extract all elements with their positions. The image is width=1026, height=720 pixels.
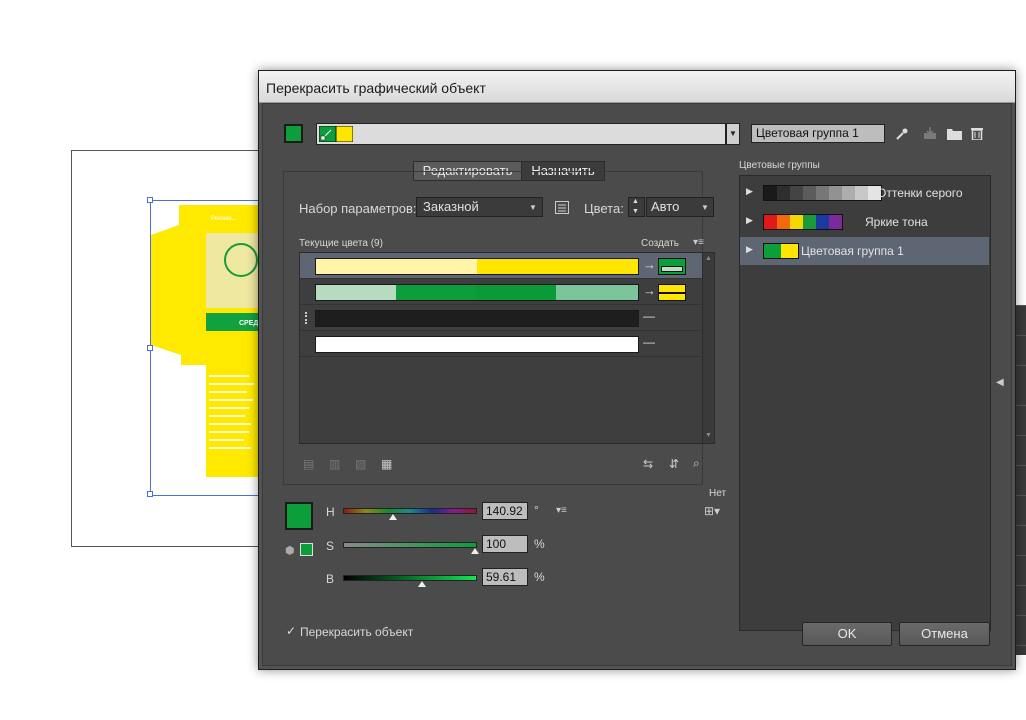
colors-count-stepper[interactable]: ▲ ▼ xyxy=(628,197,645,217)
saturation-slider-thumb[interactable] xyxy=(471,548,479,554)
web-safe-swatch[interactable] xyxy=(300,543,313,556)
color-group-name: Оттенки серого xyxy=(877,186,963,200)
brightness-slider[interactable] xyxy=(343,575,477,581)
current-color-bar[interactable] xyxy=(315,258,639,275)
color-group-dropdown-toggle[interactable]: ▼ xyxy=(726,123,740,145)
chevron-down-icon: ▼ xyxy=(701,203,709,212)
group-swatches xyxy=(763,214,843,230)
brightness-slider-thumb[interactable] xyxy=(418,581,426,587)
side-panel-edge xyxy=(1016,305,1026,655)
new-color-target[interactable] xyxy=(658,258,686,275)
chevron-down-icon: ▼ xyxy=(529,203,537,212)
arrow-right-icon: → xyxy=(643,257,656,272)
preset-options-icon[interactable] xyxy=(555,201,569,214)
separate-colors-icon[interactable]: ▥ xyxy=(329,457,340,471)
saturation-unit: % xyxy=(534,537,545,551)
randomize-order-icon[interactable]: ⇆ xyxy=(643,457,653,471)
preset-dropdown[interactable]: Заказной xyxy=(416,197,543,217)
stepper-down-icon: ▼ xyxy=(632,208,639,215)
expand-panel-arrow-icon[interactable]: ◀ xyxy=(996,377,1004,388)
color-row[interactable]: — xyxy=(300,331,702,357)
gamut-cube-icon[interactable]: ⬢ xyxy=(285,544,295,557)
arrow-right-icon: → xyxy=(643,283,656,298)
dialog-body: ▼ Цветовая группа 1 Редактировать Назнач… xyxy=(262,103,1012,666)
color-group-name: Цветовая группа 1 xyxy=(801,244,904,258)
saturation-input[interactable]: 100 xyxy=(482,535,528,553)
color-group-name: Яркие тона xyxy=(865,215,928,229)
current-color-bar[interactable] xyxy=(315,284,639,301)
color-group-dropdown[interactable] xyxy=(316,123,726,145)
recolor-artwork-dialog: Перекрасить графический объект ▼ Цветова… xyxy=(258,70,1016,670)
exclude-colors-icon[interactable]: ▨ xyxy=(355,457,366,471)
brightness-label: B xyxy=(326,572,335,586)
preset-label: Набор параметров: xyxy=(299,201,417,216)
merge-colors-icon[interactable]: ▤ xyxy=(303,457,314,471)
brightness-unit: % xyxy=(534,570,545,584)
selection-handle[interactable] xyxy=(147,491,153,497)
find-color-icon[interactable]: ⌕ xyxy=(693,456,700,471)
selection-bounding-box[interactable] xyxy=(147,197,270,497)
color-groups-label: Цветовые группы xyxy=(739,160,820,171)
ok-button[interactable]: OK xyxy=(802,622,892,646)
color-group-row-selected[interactable]: ▶ Цветовая группа 1 xyxy=(740,237,989,265)
scroll-down-icon[interactable]: ▼ xyxy=(705,432,712,439)
eyedropper-icon[interactable] xyxy=(895,127,909,141)
hsb-menu-icon[interactable]: ▾≡ xyxy=(556,505,567,516)
hue-unit: ° xyxy=(534,503,539,517)
current-colors-list: → → — — ▲ ▼ xyxy=(299,252,715,444)
stepper-up-icon: ▲ xyxy=(632,198,639,205)
current-color-preview[interactable] xyxy=(285,502,313,530)
color-groups-list: ▶ Оттенки серого ▶ Яркие тона ▶ Цветовая… xyxy=(739,175,991,631)
group-preview-icon xyxy=(319,126,353,142)
current-color-bar[interactable] xyxy=(315,310,639,327)
scroll-up-icon[interactable]: ▲ xyxy=(705,255,712,262)
brightness-input[interactable]: 59.61 xyxy=(482,568,528,586)
cancel-button[interactable]: Отмена xyxy=(899,622,990,646)
hue-input[interactable]: 140.92 xyxy=(482,502,528,520)
group-swatches xyxy=(763,243,799,259)
expand-triangle-icon[interactable]: ▶ xyxy=(746,186,753,197)
recolor-artwork-label: Перекрасить объект xyxy=(300,625,414,639)
trash-icon[interactable] xyxy=(971,126,983,140)
group-name-input[interactable]: Цветовая группа 1 xyxy=(751,124,885,143)
color-row[interactable]: — xyxy=(300,305,702,331)
expand-triangle-icon[interactable]: ▶ xyxy=(746,244,753,255)
color-group-row[interactable]: ▶ Яркие тона xyxy=(740,208,989,236)
save-group-icon[interactable] xyxy=(923,126,937,140)
create-label: Создать xyxy=(641,238,680,249)
drag-handle-icon[interactable] xyxy=(305,312,310,324)
dialog-titlebar[interactable]: Перекрасить графический объект xyxy=(259,71,1015,103)
folder-icon[interactable] xyxy=(947,127,962,140)
hue-slider[interactable] xyxy=(343,508,477,514)
no-target-dash: — xyxy=(643,309,655,323)
color-group-row[interactable]: ▶ Оттенки серого xyxy=(740,179,989,207)
hue-slider-thumb[interactable] xyxy=(389,514,397,520)
saturation-label: S xyxy=(326,539,335,553)
group-swatches xyxy=(763,185,882,201)
recolor-artwork-checkbox[interactable]: ✓ xyxy=(285,625,297,638)
selection-handle[interactable] xyxy=(147,345,153,351)
colors-list-scrollbar[interactable]: ▲ ▼ xyxy=(702,253,714,443)
chevron-down-icon: ▼ xyxy=(729,129,737,138)
current-colors-label: Текущие цвета (9) xyxy=(299,238,383,249)
none-label: Нет xyxy=(709,488,727,499)
expand-triangle-icon[interactable]: ▶ xyxy=(746,215,753,226)
active-color-swatch[interactable] xyxy=(284,124,303,143)
selection-handle[interactable] xyxy=(147,197,153,203)
list-menu-icon[interactable]: ▾≡ xyxy=(693,237,704,248)
colors-count-label: Цвета: xyxy=(584,201,624,216)
current-color-bar[interactable] xyxy=(315,336,639,353)
no-target-dash: — xyxy=(643,335,655,349)
randomize-saturation-icon[interactable]: ⇵ xyxy=(669,457,679,471)
color-row[interactable]: → xyxy=(300,253,702,279)
saturation-slider[interactable] xyxy=(343,542,477,548)
new-row-icon[interactable]: ▦ xyxy=(381,457,392,471)
hue-label: H xyxy=(326,505,335,519)
new-color-target[interactable] xyxy=(658,284,686,301)
color-mode-menu-icon[interactable]: ⊞▾ xyxy=(704,504,720,518)
dialog-title: Перекрасить графический объект xyxy=(266,80,486,96)
color-row[interactable]: → xyxy=(300,279,702,305)
